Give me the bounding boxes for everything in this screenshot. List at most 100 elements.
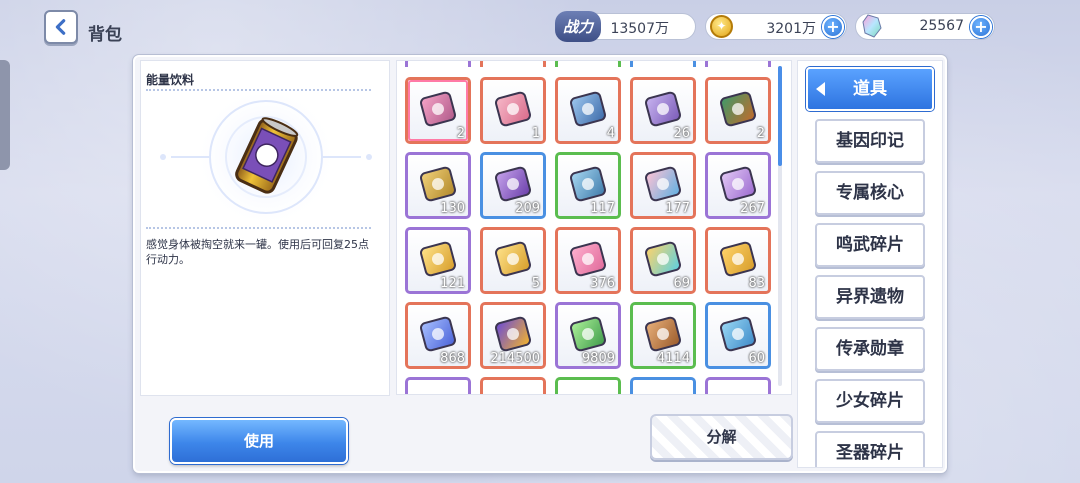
energy-drink-icon <box>160 95 372 229</box>
coin-icon: ✦ <box>710 15 733 38</box>
item-count: 2 <box>756 126 765 141</box>
item-slot-partial[interactable] <box>480 61 546 67</box>
decompose-button[interactable]: 分解 <box>650 414 793 460</box>
item-count: 868 <box>440 351 465 366</box>
scrollbar-thumb[interactable] <box>778 66 782 166</box>
item-count: 177 <box>665 201 690 216</box>
item-count: 121 <box>440 276 465 291</box>
item-description: 感觉身体被掏空就来一罐。使用后可回复25点行动力。 <box>146 238 369 266</box>
item-slot[interactable]: 4 <box>555 77 621 144</box>
item-count: 214500 <box>490 351 540 366</box>
item-slot-partial[interactable] <box>705 61 771 67</box>
item-count: 83 <box>748 276 765 291</box>
category-label: 异界遗物 <box>836 287 904 307</box>
category-tab[interactable]: 圣器碎片 <box>815 431 925 467</box>
item-count: 209 <box>515 201 540 216</box>
pink-device-icon <box>420 91 456 127</box>
item-slot-partial[interactable] <box>630 61 696 67</box>
gold-card-icon <box>495 241 531 277</box>
chevron-left-icon <box>55 19 66 35</box>
category-tab[interactable]: 道具 <box>806 67 934 111</box>
page-title: 背包 <box>88 25 122 45</box>
item-slot-partial[interactable] <box>405 61 471 67</box>
item-count: 130 <box>440 201 465 216</box>
coin-value: 3201万 <box>766 21 816 37</box>
power-value: 13507万 <box>610 21 669 37</box>
category-label: 基因印记 <box>836 131 904 151</box>
item-slot[interactable]: 177 <box>630 152 696 219</box>
item-detail: 能量饮料 感觉身体被掏空就来一罐。使用后可回复25点行动力。 <box>140 60 390 396</box>
item-slot[interactable]: 69 <box>630 227 696 294</box>
item-slot[interactable]: 60 <box>705 302 771 369</box>
item-slot-partial[interactable] <box>555 61 621 67</box>
category-label: 专属核心 <box>836 183 904 203</box>
item-count: 26 <box>673 126 690 141</box>
use-button[interactable]: 使用 <box>170 418 348 464</box>
item-count: 2 <box>456 126 465 141</box>
item-count: 4114 <box>656 351 690 366</box>
category-label: 传承勋章 <box>836 339 904 359</box>
item-slot[interactable]: 9809 <box>555 302 621 369</box>
item-slot[interactable]: 267 <box>705 152 771 219</box>
item-slot[interactable]: 2 <box>705 77 771 144</box>
item-count: 4 <box>606 126 615 141</box>
item-count: 60 <box>748 351 765 366</box>
back-button[interactable] <box>44 10 78 44</box>
category-label: 少女碎片 <box>836 391 904 411</box>
gem-value: 25567 <box>919 18 964 34</box>
item-slot-partial[interactable] <box>555 377 621 394</box>
item-slot[interactable]: 4114 <box>630 302 696 369</box>
item-slot[interactable]: 117 <box>555 152 621 219</box>
caret-left-icon <box>816 82 825 96</box>
grid-scrollbar[interactable] <box>778 66 782 386</box>
divider <box>146 89 371 91</box>
category-label: 道具 <box>853 79 887 99</box>
add-gems-button[interactable]: + <box>970 16 992 38</box>
category-tab[interactable]: 基因印记 <box>815 119 925 163</box>
item-count: 376 <box>590 276 615 291</box>
orb-icon <box>570 91 606 127</box>
item-slot[interactable]: 209 <box>480 152 546 219</box>
category-tab[interactable]: 少女碎片 <box>815 379 925 423</box>
item-count: 267 <box>740 201 765 216</box>
category-tab[interactable]: 传承勋章 <box>815 327 925 371</box>
category-label: 圣器碎片 <box>836 443 904 463</box>
side-pull-tab[interactable] <box>0 60 10 170</box>
item-slot[interactable]: 214500 <box>480 302 546 369</box>
item-grid: 2 1 4 26 2 130 209 117 177 267 121 5 376… <box>405 77 771 369</box>
item-slot-partial[interactable] <box>405 377 471 394</box>
item-slot-partial[interactable] <box>705 377 771 394</box>
item-count: 69 <box>673 276 690 291</box>
item-count: 9809 <box>581 351 615 366</box>
item-count: 1 <box>531 126 540 141</box>
power-label: 战力 <box>555 11 601 42</box>
category-tab[interactable]: 专属核心 <box>815 171 925 215</box>
category-list: 道具基因印记专属核心鸣武碎片异界遗物传承勋章少女碎片圣器碎片 <box>797 60 943 468</box>
item-slot[interactable]: 868 <box>405 302 471 369</box>
category-tab[interactable]: 鸣武碎片 <box>815 223 925 267</box>
item-slot-partial[interactable] <box>480 377 546 394</box>
item-slot[interactable]: 376 <box>555 227 621 294</box>
item-slot[interactable]: 26 <box>630 77 696 144</box>
gem-icon <box>862 14 882 38</box>
category-tab[interactable]: 异界遗物 <box>815 275 925 319</box>
item-slot[interactable]: 1 <box>480 77 546 144</box>
item-slot-partial[interactable] <box>630 377 696 394</box>
item-slot[interactable]: 5 <box>480 227 546 294</box>
treasure-pot-icon <box>720 91 756 127</box>
item-name: 能量饮料 <box>146 73 195 87</box>
item-count: 5 <box>531 276 540 291</box>
item-slot[interactable]: 130 <box>405 152 471 219</box>
divider <box>146 227 371 229</box>
category-label: 鸣武碎片 <box>836 235 904 255</box>
item-slot[interactable]: 2 <box>405 77 471 144</box>
coin-display: ✦ 3201万 + <box>705 13 847 40</box>
power-display: 战力 13507万 <box>555 11 696 42</box>
item-grid-container[interactable]: 2 1 4 26 2 130 209 117 177 267 121 5 376… <box>396 60 792 395</box>
add-coins-button[interactable]: + <box>822 16 844 38</box>
ticket-icon <box>495 91 531 127</box>
gem-display: 25567 + <box>855 13 995 40</box>
item-slot[interactable]: 121 <box>405 227 471 294</box>
item-count: 117 <box>590 201 615 216</box>
item-slot[interactable]: 83 <box>705 227 771 294</box>
